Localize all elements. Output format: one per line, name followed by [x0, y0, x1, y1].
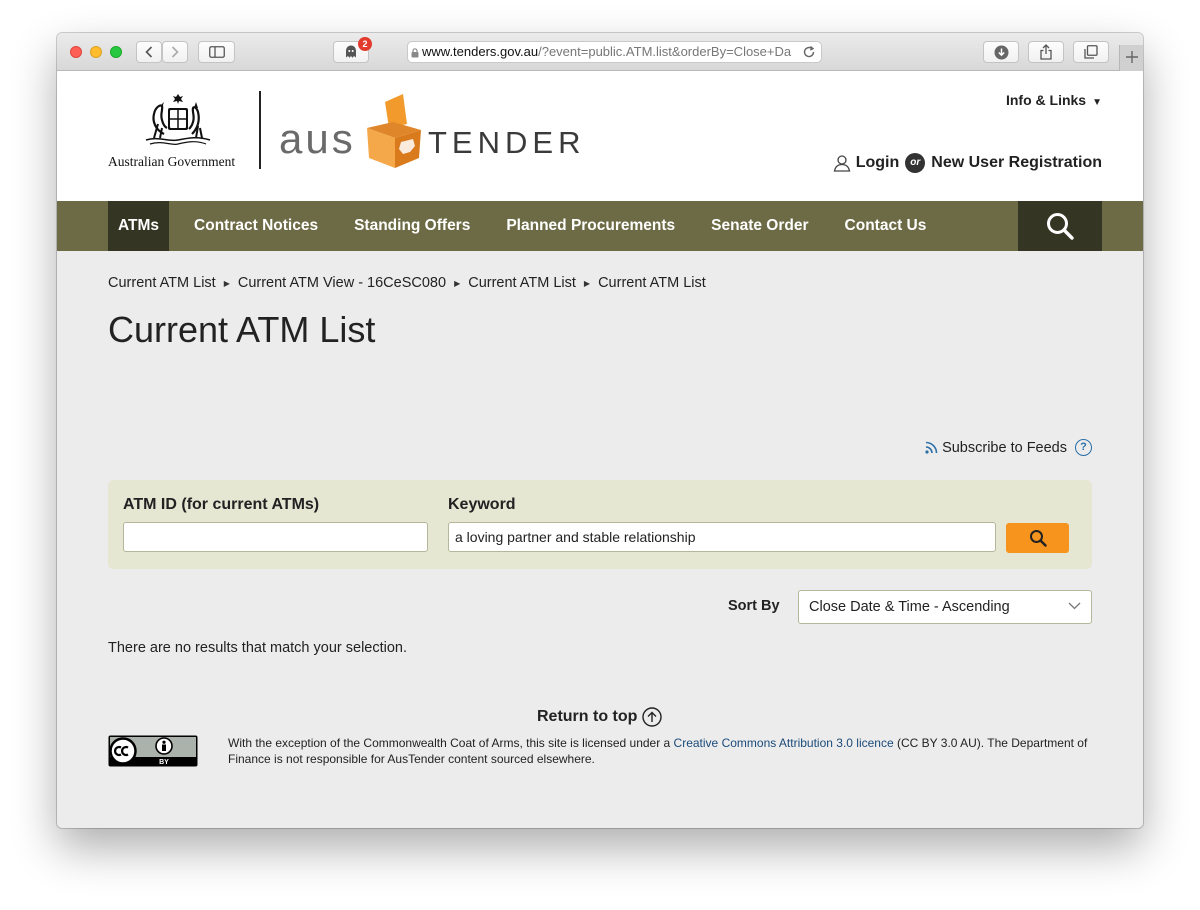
minimize-window-button[interactable]: [90, 46, 102, 58]
return-to-top-label: Return to top: [537, 708, 638, 725]
cc-by-label: BY: [159, 759, 169, 766]
triangle-right-icon: ▶: [583, 278, 591, 288]
atm-id-input[interactable]: [123, 522, 428, 552]
info-links-menu[interactable]: Info & Links ▼: [1006, 92, 1102, 108]
site-search-button[interactable]: [1018, 201, 1102, 251]
breadcrumb-item[interactable]: Current ATM List: [108, 275, 216, 291]
close-window-button[interactable]: [70, 46, 82, 58]
sort-by-label: Sort By: [728, 598, 780, 614]
nav-item-atms[interactable]: ATMs: [108, 201, 170, 251]
ghostery-extension-button[interactable]: 2: [333, 37, 372, 63]
licence-text: With the exception of the Commonwealth C…: [228, 735, 1093, 767]
new-tab-button[interactable]: [1119, 45, 1143, 71]
tabs-icon: [1084, 45, 1098, 59]
tabs-overview-button[interactable]: [1073, 41, 1109, 63]
arrow-up-circle-icon: [642, 707, 663, 727]
creative-commons-licence-link[interactable]: Creative Commons Attribution 3.0 licence: [674, 736, 894, 750]
chevron-right-icon: [171, 46, 179, 58]
australian-government-logo[interactable]: Australian Government: [108, 94, 248, 174]
subscribe-to-feeds-link[interactable]: Subscribe to Feeds ?: [925, 439, 1092, 456]
austender-brand-tender: TENDER: [428, 125, 586, 160]
nav-item-standing-offers[interactable]: Standing Offers: [336, 201, 488, 251]
search-icon: [1047, 213, 1074, 240]
auth-links: Login or New User Registration: [833, 153, 1102, 173]
breadcrumb: Current ATM List ▶ Current ATM View - 16…: [108, 275, 706, 291]
forward-button[interactable]: [162, 41, 188, 63]
lock-icon: [411, 48, 419, 58]
government-name: Australian Government: [108, 154, 236, 169]
address-bar[interactable]: www.tenders.gov.au/?event=public.ATM.lis…: [407, 41, 822, 63]
downloads-button[interactable]: [983, 41, 1019, 63]
site-header: Australian Government aus TENDER Info & …: [57, 71, 1143, 201]
page-title: Current ATM List: [108, 309, 376, 350]
browser-window: 2 www.tenders.gov.au/?event=public.ATM.l…: [57, 33, 1143, 828]
logo-divider: [259, 91, 261, 169]
or-separator: or: [905, 153, 926, 173]
creative-commons-badge-icon[interactable]: BY: [108, 735, 198, 767]
search-submit-button[interactable]: [1006, 523, 1069, 553]
web-page: Australian Government aus TENDER Info & …: [57, 71, 1143, 828]
rss-icon: [925, 441, 938, 454]
triangle-right-icon: ▶: [454, 278, 461, 288]
keyword-label: Keyword: [448, 496, 516, 513]
browser-toolbar: 2 www.tenders.gov.au/?event=public.ATM.l…: [57, 33, 1143, 71]
zoom-window-button[interactable]: [110, 46, 122, 58]
atm-search-panel: ATM ID (for current ATMs) Keyword: [108, 480, 1092, 569]
back-button[interactable]: [136, 41, 162, 63]
breadcrumb-item[interactable]: Current ATM List: [468, 275, 576, 291]
nav-item-senate-order[interactable]: Senate Order: [693, 201, 826, 251]
licence-text-pre: With the exception of the Commonwealth C…: [228, 736, 674, 750]
triangle-right-icon: ▶: [223, 278, 230, 288]
chevron-left-icon: [145, 46, 153, 58]
keyword-input[interactable]: [448, 522, 996, 552]
coat-of-arms-icon: [145, 94, 211, 146]
sort-by-select[interactable]: Close Date & Time - Ascending: [798, 590, 1092, 624]
atm-id-label: ATM ID (for current ATMs): [123, 496, 320, 513]
nav-item-contact-us[interactable]: Contact Us: [827, 201, 945, 251]
info-links-label: Info & Links: [1005, 92, 1087, 108]
url-host: www.tenders.gov.au: [422, 44, 539, 59]
url-path: /?event=public.ATM.list&orderBy=Close+Da: [538, 44, 792, 59]
sidebar-icon: [208, 46, 225, 58]
subscribe-label: Subscribe to Feeds: [942, 439, 1067, 456]
login-link[interactable]: Login: [856, 154, 900, 172]
extension-badge: 2: [358, 37, 372, 51]
user-icon: [833, 155, 851, 172]
plus-icon: [1125, 51, 1138, 63]
search-icon: [1029, 530, 1047, 547]
breadcrumb-item-current: Current ATM List: [598, 275, 706, 291]
download-icon: [994, 45, 1008, 59]
caret-down-icon: ▼: [1092, 97, 1102, 108]
share-button[interactable]: [1028, 41, 1064, 63]
sort-selected-value: Close Date & Time - Ascending: [809, 599, 1010, 615]
reload-icon[interactable]: [802, 45, 816, 59]
nav-item-contract-notices[interactable]: Contract Notices: [176, 201, 336, 251]
ghost-icon: [346, 45, 356, 58]
new-user-registration-link[interactable]: New User Registration: [931, 154, 1102, 172]
help-icon[interactable]: ?: [1075, 439, 1092, 456]
ballot-box-logo-icon: [367, 94, 421, 168]
sidebar-button[interactable]: [198, 41, 235, 63]
no-results-message: There are no results that match your sel…: [108, 640, 408, 656]
share-icon: [1040, 44, 1052, 60]
austender-brand-aus: aus: [279, 115, 356, 162]
breadcrumb-item[interactable]: Current ATM View - 16CeSC080: [238, 275, 446, 291]
chevron-down-icon: [1068, 602, 1081, 610]
return-to-top-link[interactable]: Return to top: [537, 707, 663, 727]
main-navigation: ATMs Contract Notices Standing Offers Pl…: [57, 201, 1143, 251]
nav-item-planned-procurements[interactable]: Planned Procurements: [488, 201, 693, 251]
